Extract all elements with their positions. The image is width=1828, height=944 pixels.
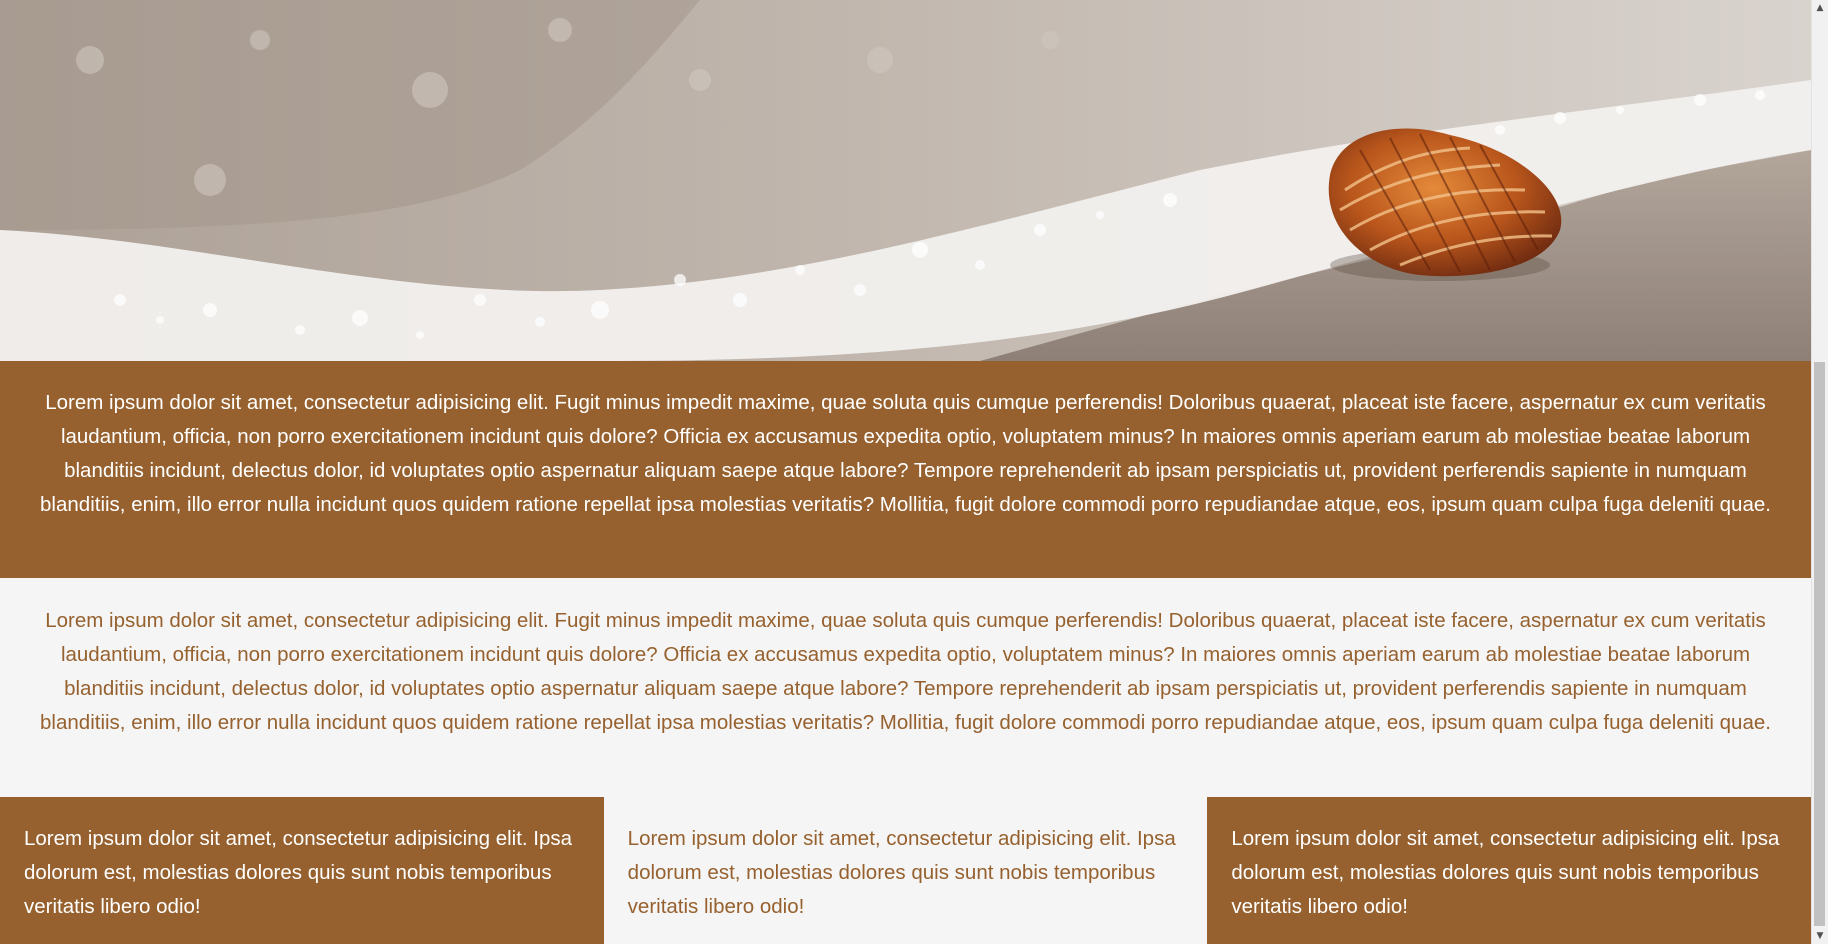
vertical-scrollbar[interactable]: ▲ ▼ (1811, 0, 1828, 944)
hero-image (0, 0, 1811, 361)
chevron-up-icon[interactable]: ▲ (1812, 0, 1828, 16)
page-viewport: Lorem ipsum dolor sit amet, consectetur … (0, 0, 1811, 944)
beach-shell-image (0, 0, 1811, 361)
column-right: Lorem ipsum dolor sit amet, consectetur … (1207, 797, 1811, 944)
secondary-paragraph: Lorem ipsum dolor sit amet, consectetur … (40, 609, 1771, 734)
intro-paragraph: Lorem ipsum dolor sit amet, consectetur … (40, 391, 1771, 516)
intro-band-light: Lorem ipsum dolor sit amet, consectetur … (0, 578, 1811, 797)
column-left: Lorem ipsum dolor sit amet, consectetur … (0, 797, 604, 944)
column-text: Lorem ipsum dolor sit amet, consectetur … (1231, 827, 1780, 918)
column-middle: Lorem ipsum dolor sit amet, consectetur … (603, 797, 1208, 944)
column-text: Lorem ipsum dolor sit amet, consectetur … (627, 827, 1176, 918)
intro-band-brown: Lorem ipsum dolor sit amet, consectetur … (0, 361, 1811, 578)
scrollbar-thumb[interactable] (1814, 362, 1825, 926)
chevron-down-icon[interactable]: ▼ (1812, 928, 1828, 944)
column-text: Lorem ipsum dolor sit amet, consectetur … (24, 827, 573, 918)
three-column-section: Lorem ipsum dolor sit amet, consectetur … (0, 797, 1811, 944)
